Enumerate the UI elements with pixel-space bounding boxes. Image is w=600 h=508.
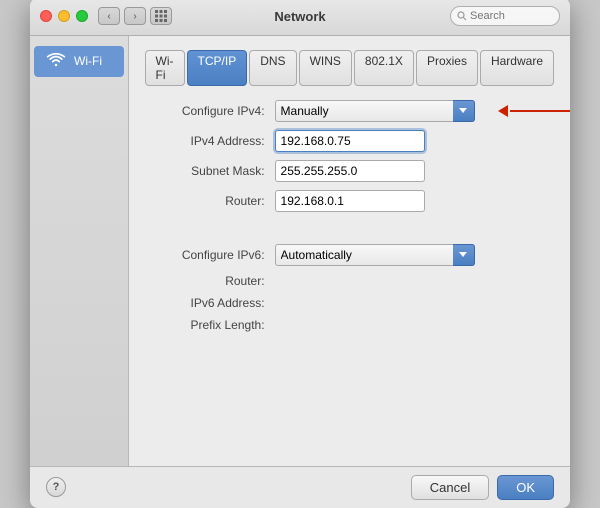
router-input[interactable] — [275, 190, 425, 212]
tab-wifi[interactable]: Wi-Fi — [145, 50, 185, 86]
search-input[interactable] — [470, 10, 553, 22]
router6-label: Router: — [145, 274, 275, 288]
bottom-buttons: Cancel OK — [411, 475, 554, 500]
search-box[interactable] — [450, 6, 560, 26]
section-divider — [145, 222, 554, 234]
tabs-row: Wi-Fi TCP/IP DNS WINS 802.1X Proxies Har… — [145, 50, 554, 86]
sidebar-wifi-label: Wi-Fi — [74, 54, 102, 68]
minimize-button[interactable] — [58, 10, 70, 22]
ipv6-address-row: IPv6 Address: — [145, 296, 554, 310]
ipv6-address-label: IPv6 Address: — [145, 296, 275, 310]
router-label: Router: — [145, 194, 275, 208]
nav-buttons: ‹ › — [98, 7, 146, 25]
tab-proxies[interactable]: Proxies — [416, 50, 478, 86]
subnet-mask-input[interactable] — [275, 160, 425, 182]
ok-button[interactable]: OK — [497, 475, 554, 500]
content-area: Wi-Fi TCP/IP DNS WINS 802.1X Proxies Har… — [129, 36, 570, 466]
maximize-button[interactable] — [76, 10, 88, 22]
configure-ipv6-dropdown-wrapper: Automatically Manually Off — [275, 244, 475, 266]
help-button[interactable]: ? — [46, 477, 66, 497]
subnet-mask-label: Subnet Mask: — [145, 164, 275, 178]
configure-ipv6-label: Configure IPv6: — [145, 248, 275, 262]
tab-dns[interactable]: DNS — [249, 50, 296, 86]
wifi-icon — [46, 52, 66, 71]
back-button[interactable]: ‹ — [98, 7, 120, 25]
main-content: Wi-Fi Wi-Fi TCP/IP DNS WINS 802.1X Proxi… — [30, 36, 570, 466]
traffic-lights — [40, 10, 88, 22]
ipv4-address-label: IPv4 Address: — [145, 134, 275, 148]
arrow-line — [510, 110, 570, 112]
configure-ipv4-dropdown-wrapper: Manually Using DHCP Using DHCP with manu… — [275, 100, 475, 122]
ipv4-address-row: IPv4 Address: — [145, 130, 554, 152]
ipv4-address-input[interactable] — [275, 130, 425, 152]
configure-ipv4-select[interactable]: Manually Using DHCP Using DHCP with manu… — [275, 100, 475, 122]
form-section: Configure IPv4: Manually Using DHCP Usin… — [145, 100, 554, 332]
grid-button[interactable] — [150, 7, 172, 25]
titlebar: ‹ › Network — [30, 0, 570, 36]
configure-ipv6-select[interactable]: Automatically Manually Off — [275, 244, 475, 266]
configure-ipv4-label: Configure IPv4: — [145, 104, 275, 118]
close-button[interactable] — [40, 10, 52, 22]
tab-hardware[interactable]: Hardware — [480, 50, 554, 86]
sidebar-item-wifi[interactable]: Wi-Fi — [34, 46, 124, 77]
configure-ipv4-row: Configure IPv4: Manually Using DHCP Usin… — [145, 100, 554, 122]
network-window: ‹ › Network — [30, 0, 570, 508]
tab-8021x[interactable]: 802.1X — [354, 50, 414, 86]
router-row: Router: — [145, 190, 554, 212]
cancel-button[interactable]: Cancel — [411, 475, 489, 500]
prefix-length-row: Prefix Length: — [145, 318, 554, 332]
forward-button[interactable]: › — [124, 7, 146, 25]
tab-wins[interactable]: WINS — [299, 50, 352, 86]
window-title: Network — [274, 9, 325, 24]
sidebar: Wi-Fi — [30, 36, 129, 466]
tab-tcpip[interactable]: TCP/IP — [187, 50, 248, 86]
configure-ipv6-row: Configure IPv6: Automatically Manually O… — [145, 244, 554, 266]
arrow-head — [498, 105, 508, 117]
arrow-annotation — [498, 105, 570, 117]
bottom-bar: ? Cancel OK — [30, 466, 570, 508]
prefix-length-label: Prefix Length: — [145, 318, 275, 332]
subnet-mask-row: Subnet Mask: — [145, 160, 554, 182]
router6-row: Router: — [145, 274, 554, 288]
